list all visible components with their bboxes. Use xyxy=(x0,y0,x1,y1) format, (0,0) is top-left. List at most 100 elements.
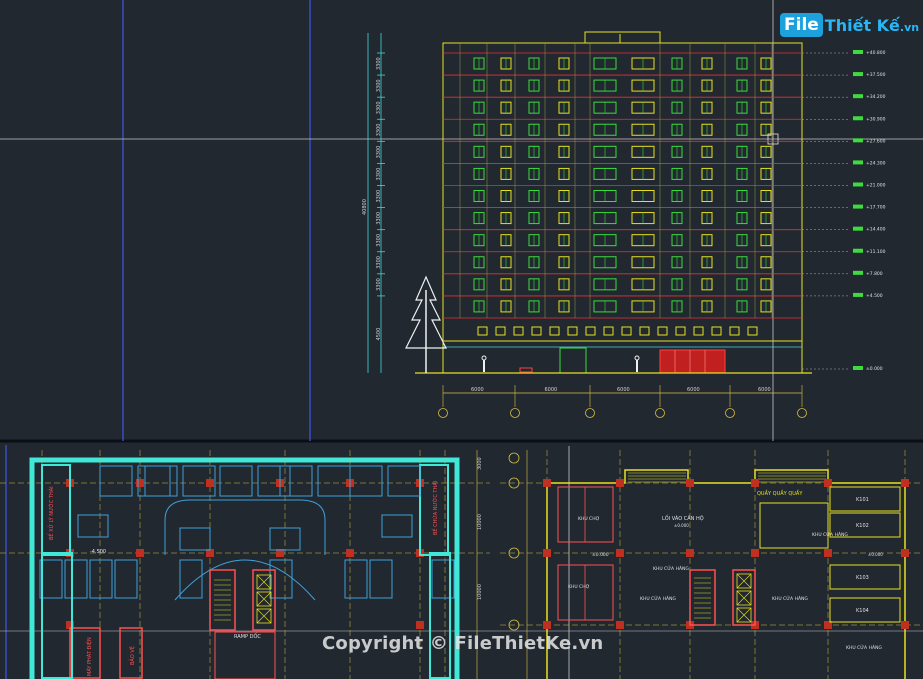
elevator-cross xyxy=(736,607,752,623)
parking-stall xyxy=(144,465,178,497)
person-head xyxy=(634,355,640,361)
parking-stall xyxy=(99,465,133,497)
axis-bubble xyxy=(725,408,735,418)
parking-stall xyxy=(219,465,253,497)
label-market: KHU CHỢ xyxy=(578,516,600,522)
bench xyxy=(519,367,533,373)
elevator-cross xyxy=(256,591,272,607)
podium-window xyxy=(693,326,704,336)
parking-stall xyxy=(349,465,383,497)
label-counter: QUẦY QUẦY QUẦY xyxy=(757,489,803,497)
podium-window xyxy=(657,326,668,336)
tree-figure xyxy=(405,275,447,373)
elevator-cross xyxy=(736,573,752,589)
roof-stair-box xyxy=(584,31,661,44)
label-tank-right: BỂ CHỨA NƯỚC THẢI xyxy=(431,481,439,535)
parking-stall-lower xyxy=(369,559,393,599)
generator-room xyxy=(69,627,101,679)
label-shop-5: KHU CỬA HÀNG xyxy=(846,643,882,651)
label-market-2: KHU CHỢ xyxy=(568,584,590,590)
parking-stall-lower xyxy=(64,559,88,599)
column xyxy=(543,549,551,557)
logo-brand-text: Thiết Kế.vn xyxy=(825,16,919,35)
bay-dim: 6000 xyxy=(471,387,484,393)
level-label: +4.500 xyxy=(866,293,883,299)
column xyxy=(901,479,909,487)
label-shop-1: KHU CỬA HÀNG xyxy=(653,564,689,572)
label-kiosk3: K103 xyxy=(856,575,869,581)
label-tank-left: BỂ XỬ LÝ NƯỚC THẢI xyxy=(47,486,55,540)
level-label: +34.200 xyxy=(866,94,886,100)
building-elevation[interactable]: 40800 3300 3300 3300 3300 3300 3300 3300 3300 330… xyxy=(362,31,886,418)
bay-dim: 6000 xyxy=(617,387,630,393)
level-label: +24.300 xyxy=(866,160,886,166)
ground-shopfront xyxy=(659,349,726,374)
level-label: +21.000 xyxy=(866,183,886,189)
podium-window xyxy=(567,326,578,336)
podium-window xyxy=(585,326,596,336)
parking-stall-lower xyxy=(89,559,113,599)
cad-viewport[interactable]: 40800 3300 3300 3300 3300 3300 3300 3300 3300 330… xyxy=(0,0,923,679)
column xyxy=(686,479,694,487)
elevation-floor-dim: 3300 xyxy=(376,234,382,247)
label-ramp: RAMP DỐC xyxy=(234,632,261,640)
label-kiosk2: K102 xyxy=(856,523,869,529)
parking-stall-lower xyxy=(344,559,368,599)
parking-stall-lower xyxy=(179,559,203,599)
level-marker xyxy=(853,366,863,370)
elevator-core xyxy=(252,569,276,631)
elevation-floor-dim: 3300 xyxy=(376,146,382,159)
facade-outline xyxy=(442,42,803,374)
column xyxy=(543,479,551,487)
column xyxy=(686,549,694,557)
label-ground-level: ±0.000 xyxy=(592,552,609,558)
label-shop-2: KHU CỬA HÀNG xyxy=(640,594,676,602)
axis-bubble xyxy=(438,408,448,418)
column xyxy=(824,549,832,557)
column xyxy=(901,549,909,557)
column xyxy=(901,621,909,629)
level-marker xyxy=(853,116,863,121)
elevation-floor-dim: 3300 xyxy=(376,124,382,137)
axis-bubble xyxy=(655,408,665,418)
level-label: +17.700 xyxy=(866,205,886,211)
label-level-right: ±0.000 xyxy=(868,552,883,557)
site-logo: File Thiết Kế.vn xyxy=(780,10,919,40)
podium-window xyxy=(675,326,686,336)
market-block xyxy=(557,486,614,543)
column xyxy=(136,479,144,487)
podium-window xyxy=(711,326,722,336)
level-label: +11.100 xyxy=(866,249,886,255)
tank-room-left xyxy=(41,464,71,556)
podium-window xyxy=(549,326,560,336)
elevator-cross xyxy=(256,574,272,590)
level-label: +7.800 xyxy=(866,271,883,277)
bay-dim: 6000 xyxy=(545,387,558,393)
plan-dim: 10000 xyxy=(477,514,483,530)
level-marker xyxy=(853,226,863,231)
level-marker xyxy=(853,72,863,77)
logo-brand-name: Thiết Kế xyxy=(824,15,900,35)
label-guard: BẢO VỆ xyxy=(128,646,136,665)
column xyxy=(616,549,624,557)
elevator-cross xyxy=(256,608,272,624)
elevation-floor-dim: 3300 xyxy=(376,168,382,181)
level-label: +40.800 xyxy=(866,50,886,56)
podium-window xyxy=(603,326,614,336)
ramp-curve-inner xyxy=(174,559,316,601)
column xyxy=(616,621,624,629)
column xyxy=(346,549,354,557)
level-marker xyxy=(853,182,863,187)
podium-window xyxy=(513,326,524,336)
label-kiosk1: K101 xyxy=(856,497,869,503)
parking-stall-lower xyxy=(114,559,138,599)
parking-stall-lower xyxy=(39,559,63,599)
person-head xyxy=(481,355,487,361)
elevation-floor-dim: 4500 xyxy=(376,328,382,341)
column xyxy=(136,549,144,557)
elevation-floor-dim: 3300 xyxy=(376,79,382,92)
label-entrance: LỐI VÀO CĂN HỘ xyxy=(662,514,704,522)
level-marker xyxy=(853,292,863,297)
podium-window xyxy=(729,326,740,336)
axis-bubble xyxy=(797,408,807,418)
